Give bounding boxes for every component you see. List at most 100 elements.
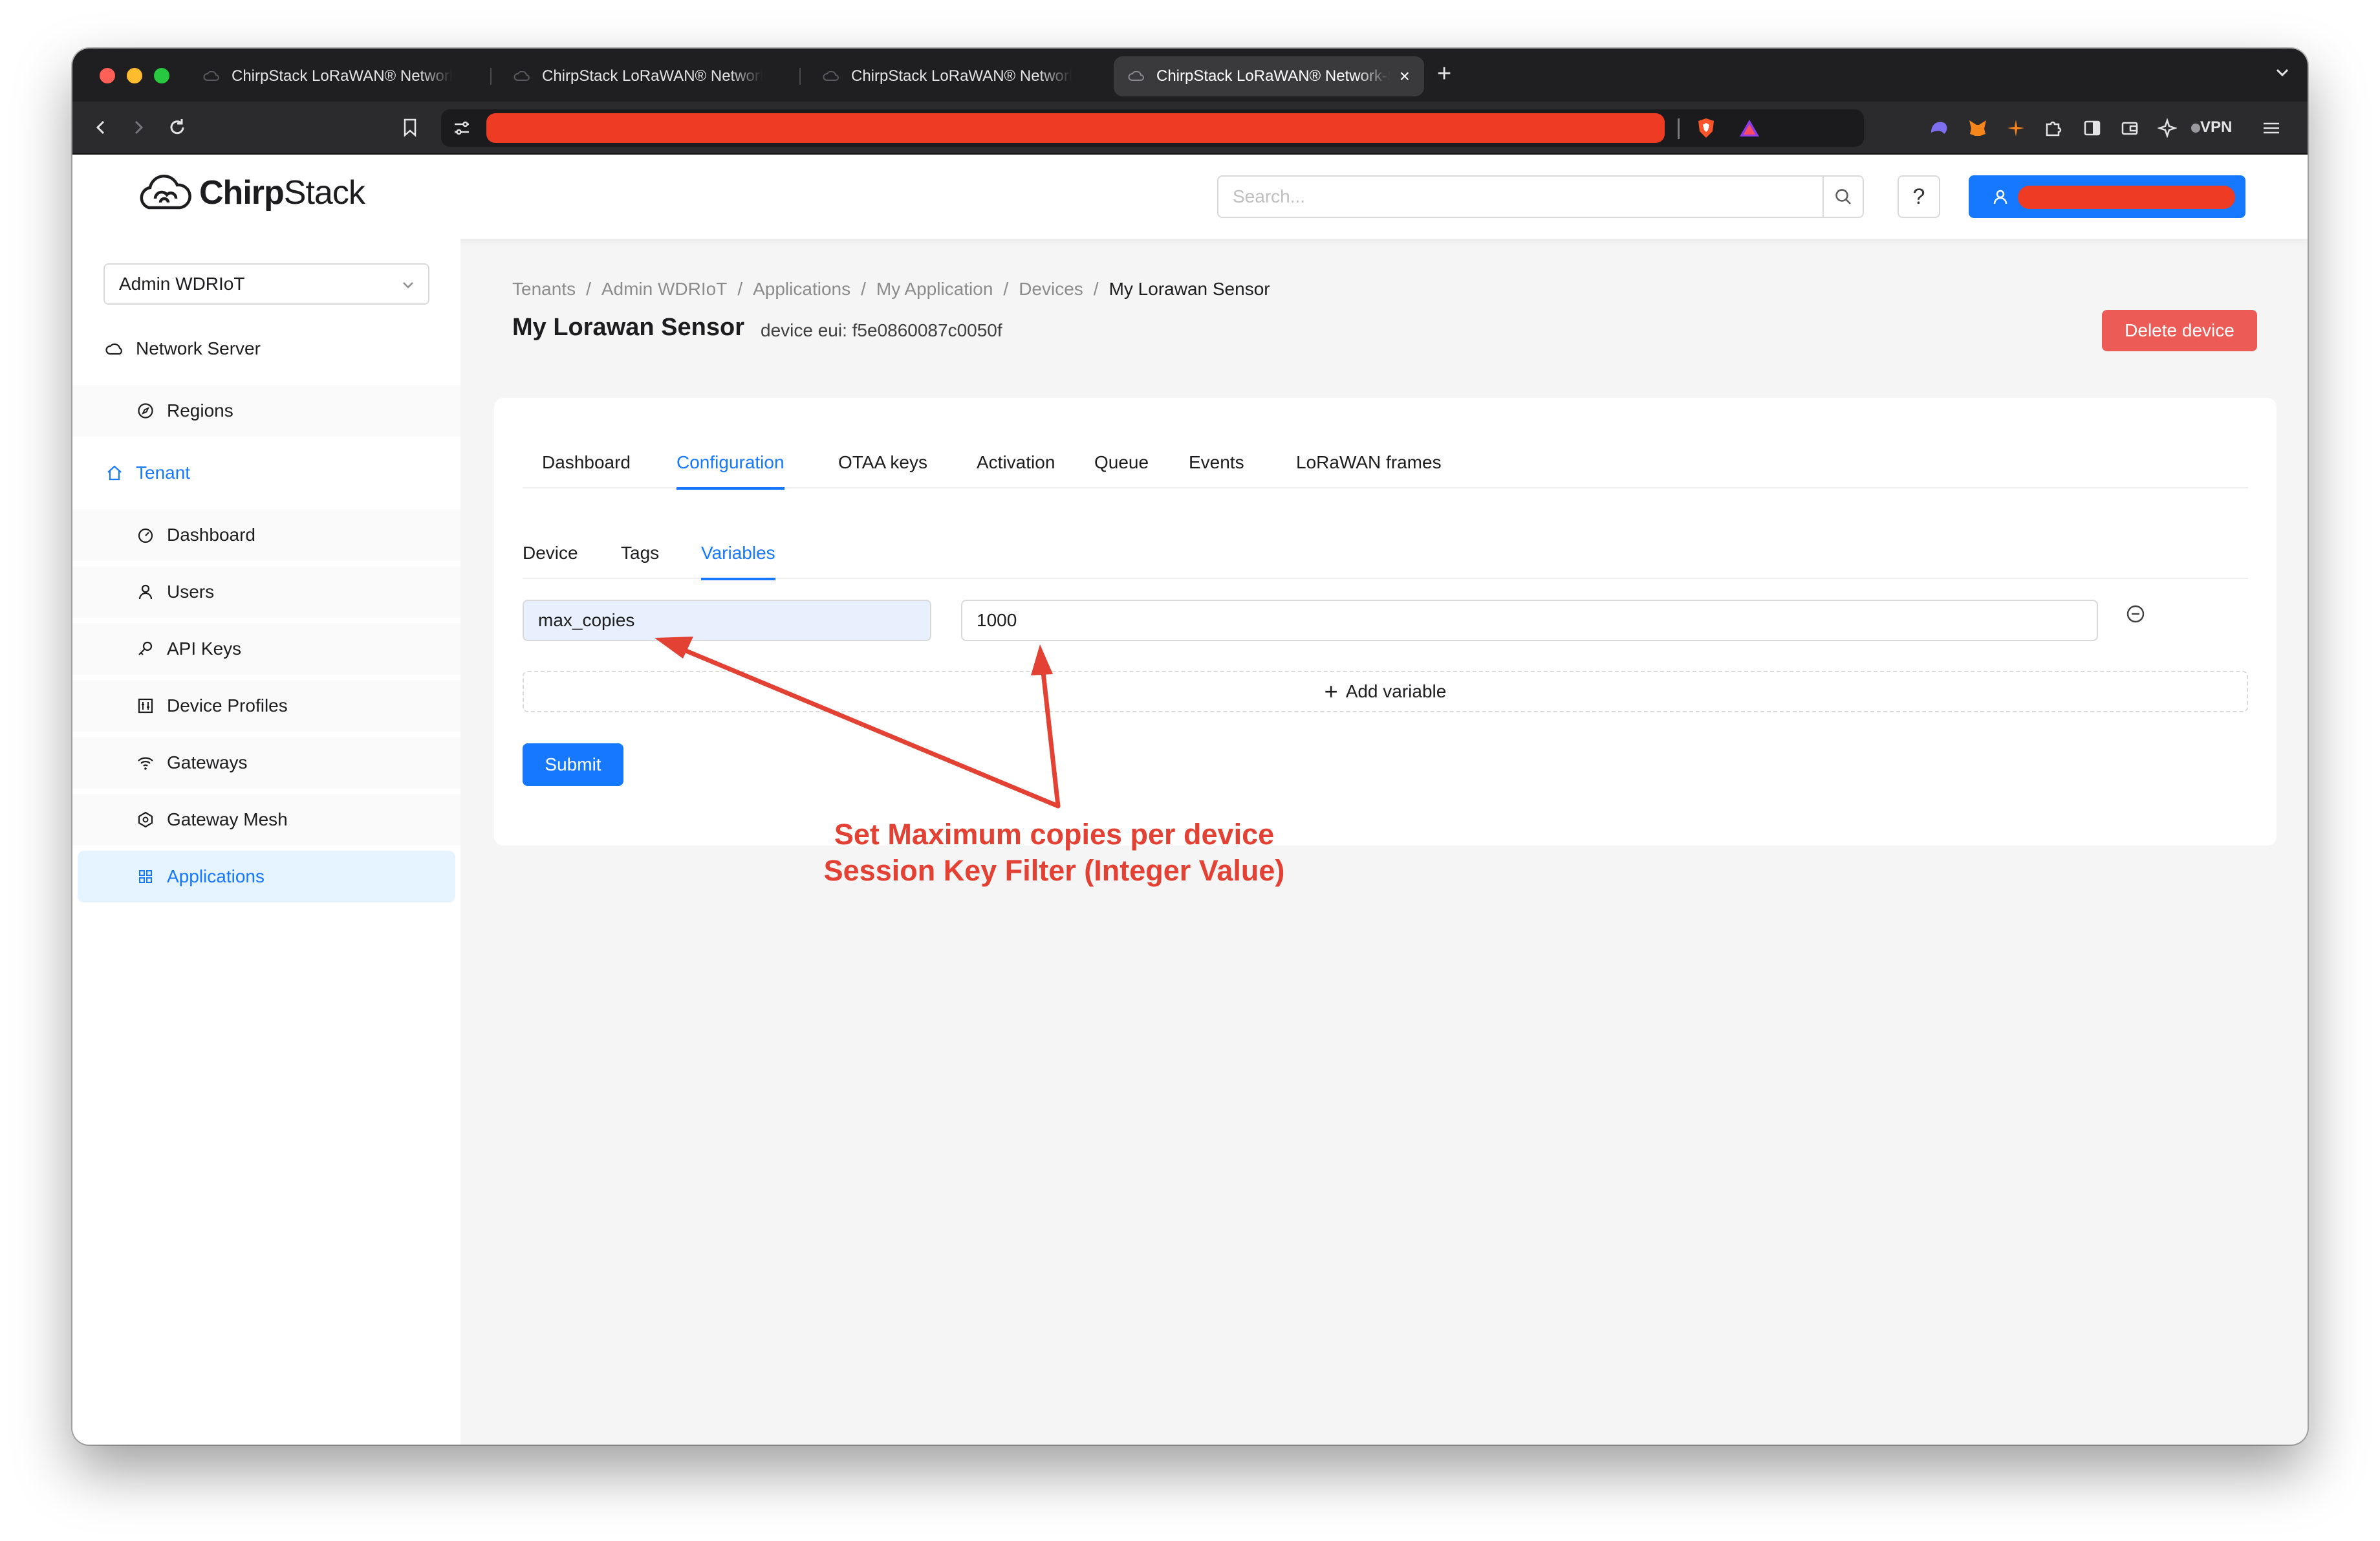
sidebar-item-gateways[interactable]: Gateways: [72, 737, 460, 789]
browser-tab[interactable]: ChirpStack LoRaWAN® Network-Server: [808, 56, 1087, 96]
breadcrumb-separator: /: [586, 279, 591, 299]
puzzle-icon[interactable]: [2044, 118, 2063, 138]
sidebar-item-label: Dashboard: [167, 525, 255, 545]
browser-tab[interactable]: ChirpStack LoRaWAN® Network-Server: [499, 56, 777, 96]
sidebar-item-applications[interactable]: Applications: [78, 851, 455, 902]
address-bar[interactable]: [441, 109, 1864, 147]
tab-title: ChirpStack LoRaWAN® Network-Server: [851, 67, 1072, 85]
remove-variable-button[interactable]: [2123, 601, 2148, 627]
chevron-down-icon: [403, 282, 413, 289]
vpn-label[interactable]: VPN: [2200, 118, 2232, 137]
breadcrumb-separator: /: [861, 279, 866, 299]
tab-queue[interactable]: Queue: [1094, 437, 1149, 488]
mesh-icon: [135, 809, 157, 831]
wallet-icon[interactable]: [2120, 118, 2139, 138]
menu-icon[interactable]: [2261, 118, 2282, 138]
forward-icon[interactable]: [125, 115, 151, 140]
sidebar-item-dashboard[interactable]: Dashboard: [72, 509, 460, 561]
tab-events[interactable]: Events: [1189, 437, 1244, 488]
breadcrumb-link[interactable]: Tenants: [512, 279, 576, 299]
sidebar-item-label: Device Profiles: [167, 695, 288, 716]
variable-value-input[interactable]: [961, 600, 2098, 641]
cloud-icon: [514, 71, 530, 81]
compass-icon: [135, 400, 157, 422]
tab-separator: [490, 68, 492, 85]
close-tab-icon[interactable]: ×: [1400, 66, 1410, 87]
brave-rewards-icon[interactable]: [1738, 118, 1760, 138]
tab-dashboard[interactable]: Dashboard: [542, 437, 631, 488]
sidebar-item-device-profiles[interactable]: Device Profiles: [72, 680, 460, 732]
user-icon: [135, 581, 157, 603]
sidebar-item-users[interactable]: Users: [72, 566, 460, 618]
metamask-icon[interactable]: [1967, 118, 1988, 138]
user-icon: [1993, 190, 2007, 204]
sparkle-extension-icon[interactable]: [2006, 118, 2026, 138]
cloud-icon: [1128, 71, 1144, 81]
variable-name-input[interactable]: [523, 600, 931, 641]
subtab-tags[interactable]: Tags: [621, 527, 659, 579]
browser-toolbar: VPN: [72, 102, 2308, 155]
add-variable-button[interactable]: + Add variable: [523, 671, 2248, 712]
breadcrumb-link[interactable]: Admin WDRIoT: [601, 279, 727, 299]
delete-device-button[interactable]: Delete device: [2102, 310, 2257, 351]
sidebar-item-label: Tenant: [136, 463, 191, 483]
breadcrumb-current: My Lorawan Sensor: [1109, 279, 1270, 299]
sidebar-item-regions[interactable]: Regions: [72, 385, 460, 437]
sidebar-item-label: Applications: [167, 866, 265, 886]
breadcrumb-link[interactable]: Applications: [753, 279, 850, 299]
search-button[interactable]: [1824, 177, 1863, 217]
chevron-down-icon[interactable]: [2273, 63, 2292, 82]
reload-icon[interactable]: [164, 115, 190, 140]
sidebar-item-network-server[interactable]: Network Server: [72, 323, 460, 375]
tenant-select[interactable]: Admin WDRIoT: [103, 263, 429, 305]
tab-title: ChirpStack LoRaWAN® Network-Server: [232, 67, 453, 85]
appstore-icon: [135, 866, 157, 888]
zoom-window-button[interactable]: [154, 68, 169, 83]
close-window-button[interactable]: [100, 68, 115, 83]
user-menu-button[interactable]: [1969, 175, 2245, 218]
breadcrumb-separator: /: [737, 279, 743, 299]
sidebar-item-label: Network Server: [136, 338, 261, 358]
subtab-device[interactable]: Device: [523, 527, 578, 579]
logo-text: ChirpStack: [199, 174, 365, 212]
search-input[interactable]: [1218, 177, 1824, 217]
dashboard-icon: [135, 524, 157, 546]
control-icon: [135, 695, 157, 717]
sidebar-item-api-keys[interactable]: API Keys: [72, 623, 460, 675]
configuration-subtabs: Device Tags Variables: [523, 527, 2248, 580]
help-button[interactable]: ?: [1898, 175, 1940, 218]
site-settings-icon[interactable]: [453, 120, 471, 137]
tab-otaa-keys[interactable]: OTAA keys: [838, 437, 927, 488]
tab-activation[interactable]: Activation: [977, 437, 1055, 488]
sidebar-item-label: API Keys: [167, 639, 242, 659]
tenant-select-value: Admin WDRIoT: [119, 274, 245, 294]
back-icon[interactable]: [88, 115, 114, 140]
sidebar-item-tenant[interactable]: Tenant: [72, 447, 460, 499]
browser-tab[interactable]: ChirpStack LoRaWAN® Network-Server: [189, 56, 467, 96]
extensions-group: [1916, 109, 2296, 147]
sidebar-item-label: Regions: [167, 400, 233, 421]
minus-circle-icon: [2126, 605, 2145, 623]
extension-leo-icon[interactable]: [1929, 118, 1949, 138]
tab-lorawan-frames[interactable]: LoRaWAN frames: [1296, 437, 1442, 488]
leo-ai-icon[interactable]: [2158, 118, 2177, 138]
tab-separator: [799, 68, 801, 85]
breadcrumb-link[interactable]: My Application: [876, 279, 993, 299]
plus-icon: +: [1324, 678, 1338, 705]
subtab-variables[interactable]: Variables: [701, 527, 775, 580]
tab-configuration[interactable]: Configuration: [676, 437, 784, 490]
breadcrumb: Tenants / Admin WDRIoT / Applications / My App…: [512, 279, 1270, 300]
brave-shield-icon[interactable]: [1696, 117, 1716, 139]
submit-button[interactable]: Submit: [523, 743, 623, 786]
browser-tab-active[interactable]: ChirpStack LoRaWAN® Network-Server ×: [1114, 56, 1424, 96]
bookmark-icon[interactable]: [397, 115, 423, 140]
new-tab-button[interactable]: +: [1437, 60, 1451, 88]
cloud-icon: [103, 338, 125, 360]
chirpstack-logo[interactable]: ChirpStack: [136, 170, 365, 215]
sidebar-item-gateway-mesh[interactable]: Gateway Mesh: [72, 794, 460, 846]
device-eui: device eui: f5e0860087c0050f: [761, 320, 1002, 340]
sidebar-toggle-icon[interactable]: [2082, 118, 2102, 138]
breadcrumb-link[interactable]: Devices: [1019, 279, 1083, 299]
minimize-window-button[interactable]: [127, 68, 142, 83]
sidebar: Admin WDRIoT Network Server Regions Tena…: [72, 239, 460, 1445]
